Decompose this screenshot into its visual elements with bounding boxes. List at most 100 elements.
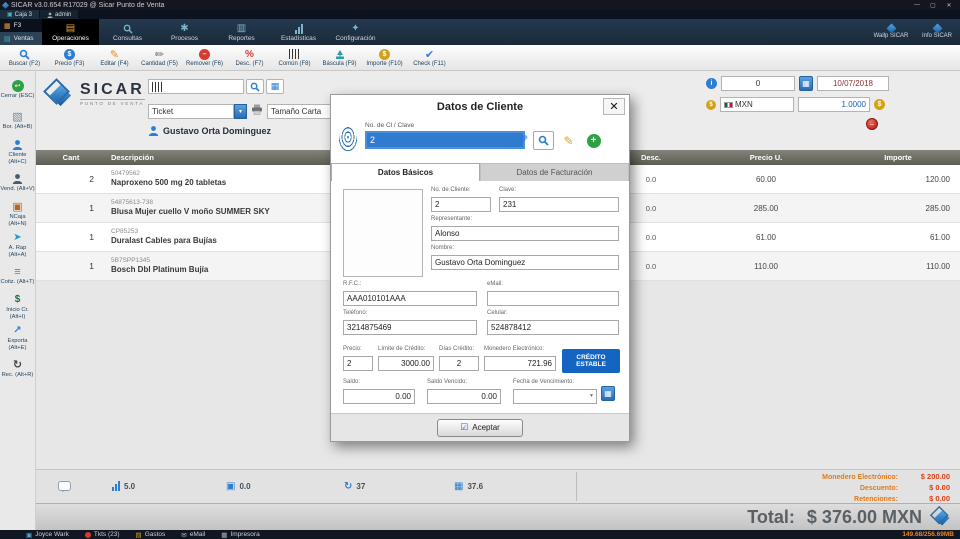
catalog-button[interactable]: ▦	[266, 79, 284, 94]
search-product-button[interactable]	[246, 79, 264, 94]
quantity-icon: ✏	[155, 48, 164, 60]
toolbar-editar-button[interactable]: ✎ Editar (F4)	[92, 45, 137, 70]
telefono-input[interactable]	[343, 320, 477, 335]
date-field[interactable]: 10/07/2018	[817, 76, 889, 91]
tab-datos-basicos[interactable]: Datos Básicos	[331, 163, 480, 181]
clave-input[interactable]	[499, 197, 619, 212]
client-search-input[interactable]: 2	[365, 131, 525, 149]
toolbar-precio-button[interactable]: $ Precio (F3)	[47, 45, 92, 70]
search-icon	[538, 135, 549, 146]
sidebar-recuperar-button[interactable]: ↻ Rec. (Alt+R)	[0, 353, 35, 384]
dias-credito-input[interactable]	[439, 356, 479, 371]
session-tab-admin[interactable]: admin	[40, 10, 78, 19]
dialog-body: No. de Cliente: Clave: Representante: No…	[331, 181, 629, 413]
monedero-input[interactable]	[484, 356, 556, 371]
sidebar-borrar-button[interactable]: ▧ Bor. (Alt+B)	[0, 105, 35, 136]
barcode-input[interactable]	[148, 79, 244, 94]
ticket-select[interactable]: Ticket	[148, 104, 234, 119]
status-gastos[interactable]: ▤ Gastos	[136, 531, 166, 539]
currency-select[interactable]: MXN	[720, 97, 794, 112]
ticket-dropdown-button[interactable]: ▾	[234, 104, 247, 119]
celular-input[interactable]	[487, 320, 619, 335]
saldo-vencido-input[interactable]	[427, 389, 501, 404]
session-bar: ▣ Caja 3 admin	[0, 10, 960, 19]
exchange-rate-input[interactable]: 1.0000	[798, 97, 870, 112]
status-impresora[interactable]: ▦ Impresora	[221, 531, 259, 539]
limite-credito-input[interactable]	[378, 356, 434, 371]
mexico-flag-icon	[724, 102, 733, 108]
email-input[interactable]	[487, 291, 619, 306]
client-data-dialog: Datos de Cliente ✕ No. de Cl / Clave 2 ✎…	[330, 94, 630, 442]
status-scale[interactable]: ▣ Joyce Wark	[26, 531, 69, 539]
toolbar-importe-button[interactable]: $ Importe (F10)	[362, 45, 407, 70]
toolbar-bascula-button[interactable]: Báscula (F9)	[317, 45, 362, 70]
status-email[interactable]: ✉ eMail	[181, 531, 205, 539]
qty-input[interactable]: 0	[721, 76, 795, 91]
rfc-input[interactable]	[343, 291, 477, 306]
toolbar-descuento-button[interactable]: % Desc. (F7)	[227, 45, 272, 70]
dialog-header: Datos de Cliente ✕	[331, 95, 629, 119]
session-tab-caja[interactable]: ▣ Caja 3	[0, 10, 39, 19]
saldo-input[interactable]	[343, 389, 415, 404]
client-add-button[interactable]: +	[583, 131, 604, 150]
notes-indicator[interactable]	[58, 481, 71, 491]
info-sicar-button[interactable]: Info SICAR	[914, 19, 960, 45]
scale-icon	[334, 48, 346, 60]
client-photo-placeholder[interactable]	[343, 189, 423, 277]
client-icon	[12, 138, 23, 151]
field-nombre: Nombre:	[431, 245, 619, 270]
nombre-input[interactable]	[431, 255, 619, 270]
tab-configuracion[interactable]: ✦ Configuración	[327, 19, 384, 45]
tab-operaciones[interactable]: ▤ Operaciones	[42, 19, 99, 45]
maximize-button[interactable]: ▢	[925, 2, 941, 9]
sidebar-inicio-credito-button[interactable]: $ Inicio Cr. (Alt+I)	[0, 291, 35, 322]
toolbar-cantidad-button[interactable]: ✏ Cantidad (F5)	[137, 45, 182, 70]
tab-estadisticas[interactable]: Estadísticas	[270, 19, 327, 45]
status-tickets[interactable]: Tkts (23)	[85, 531, 120, 538]
customer-row[interactable]: Gustavo Orta Dominguez	[148, 125, 271, 136]
dialog-close-button[interactable]: ✕	[603, 98, 625, 115]
toolbar-buscar-button[interactable]: Buscar (F2)	[2, 45, 47, 70]
toolbar-check-button[interactable]: ✔ Check (F11)	[407, 45, 452, 70]
sidebar-exportar-button[interactable]: ↗ Exporta (Alt+E)	[0, 322, 35, 353]
no-cliente-input[interactable]	[431, 197, 491, 212]
field-fecha-vencimiento: Fecha de Vencimiento: ▼	[513, 379, 597, 404]
divider	[576, 472, 577, 501]
field-saldo: Saldo:	[343, 379, 415, 404]
tab-consultas[interactable]: Consultas	[99, 19, 156, 45]
info-icon[interactable]: i	[706, 78, 717, 89]
calendar-icon[interactable]: ▦	[601, 386, 615, 401]
dialog-tabs: Datos Básicos Datos de Facturación	[331, 163, 629, 181]
toolbar-remover-button[interactable]: – Remover (F6)	[182, 45, 227, 70]
sidebar-cotizacion-button[interactable]: ≡ Cotiz. (Alt+T)	[0, 260, 35, 291]
sidebar-articulo-rapido-button[interactable]: ➤ A. Rap (Alt+A)	[0, 229, 35, 260]
stat-units: ▦ 37.6	[454, 481, 483, 492]
quick-item-icon: ➤	[13, 231, 21, 244]
client-search-button[interactable]	[533, 131, 554, 150]
summary-bar: 5.0 ▣ 0.0 ↻ 37 ▦ 37.6 Monedero Electróni…	[36, 469, 960, 503]
wallp-sicar-button[interactable]: Wallp SICAR	[868, 19, 914, 45]
sidebar-cliente-button[interactable]: Cliente (Alt+C)	[0, 136, 35, 167]
representante-input[interactable]	[431, 226, 619, 241]
tab-datos-facturacion[interactable]: Datos de Facturación	[480, 163, 629, 181]
close-button[interactable]: ✕	[941, 2, 957, 9]
sidebar-ncaja-button[interactable]: ▣ NCaja (Alt+N)	[0, 198, 35, 229]
tab-ventas[interactable]: ▤ Ventas	[0, 32, 42, 45]
barcode-row: ▦	[148, 79, 284, 94]
pen-cursor-icon: ✎	[519, 133, 528, 146]
fecha-vencimiento-input[interactable]	[513, 389, 597, 404]
precio-input[interactable]	[343, 356, 373, 371]
accept-button[interactable]: ☑ Aceptar	[437, 419, 523, 437]
field-representante: Representante:	[431, 216, 619, 241]
sidebar-cerrar-button[interactable]: ↩ Cerrar (ESC)	[0, 74, 35, 105]
tab-f3[interactable]: ▦ F3	[0, 19, 42, 32]
sidebar-vendedor-button[interactable]: Vend. (Alt+V)	[0, 167, 35, 198]
calendar-icon[interactable]: ▦	[799, 76, 813, 91]
field-celular: Celular:	[487, 310, 619, 335]
stop-icon[interactable]: –	[866, 118, 878, 130]
toolbar-comun-button[interactable]: Común (F8)	[272, 45, 317, 70]
tab-reportes[interactable]: ▥ Reportes	[213, 19, 270, 45]
client-edit-button[interactable]: ✎	[558, 131, 579, 150]
tab-procesos[interactable]: ✱ Procesos	[156, 19, 213, 45]
minimize-button[interactable]: —	[909, 2, 925, 9]
